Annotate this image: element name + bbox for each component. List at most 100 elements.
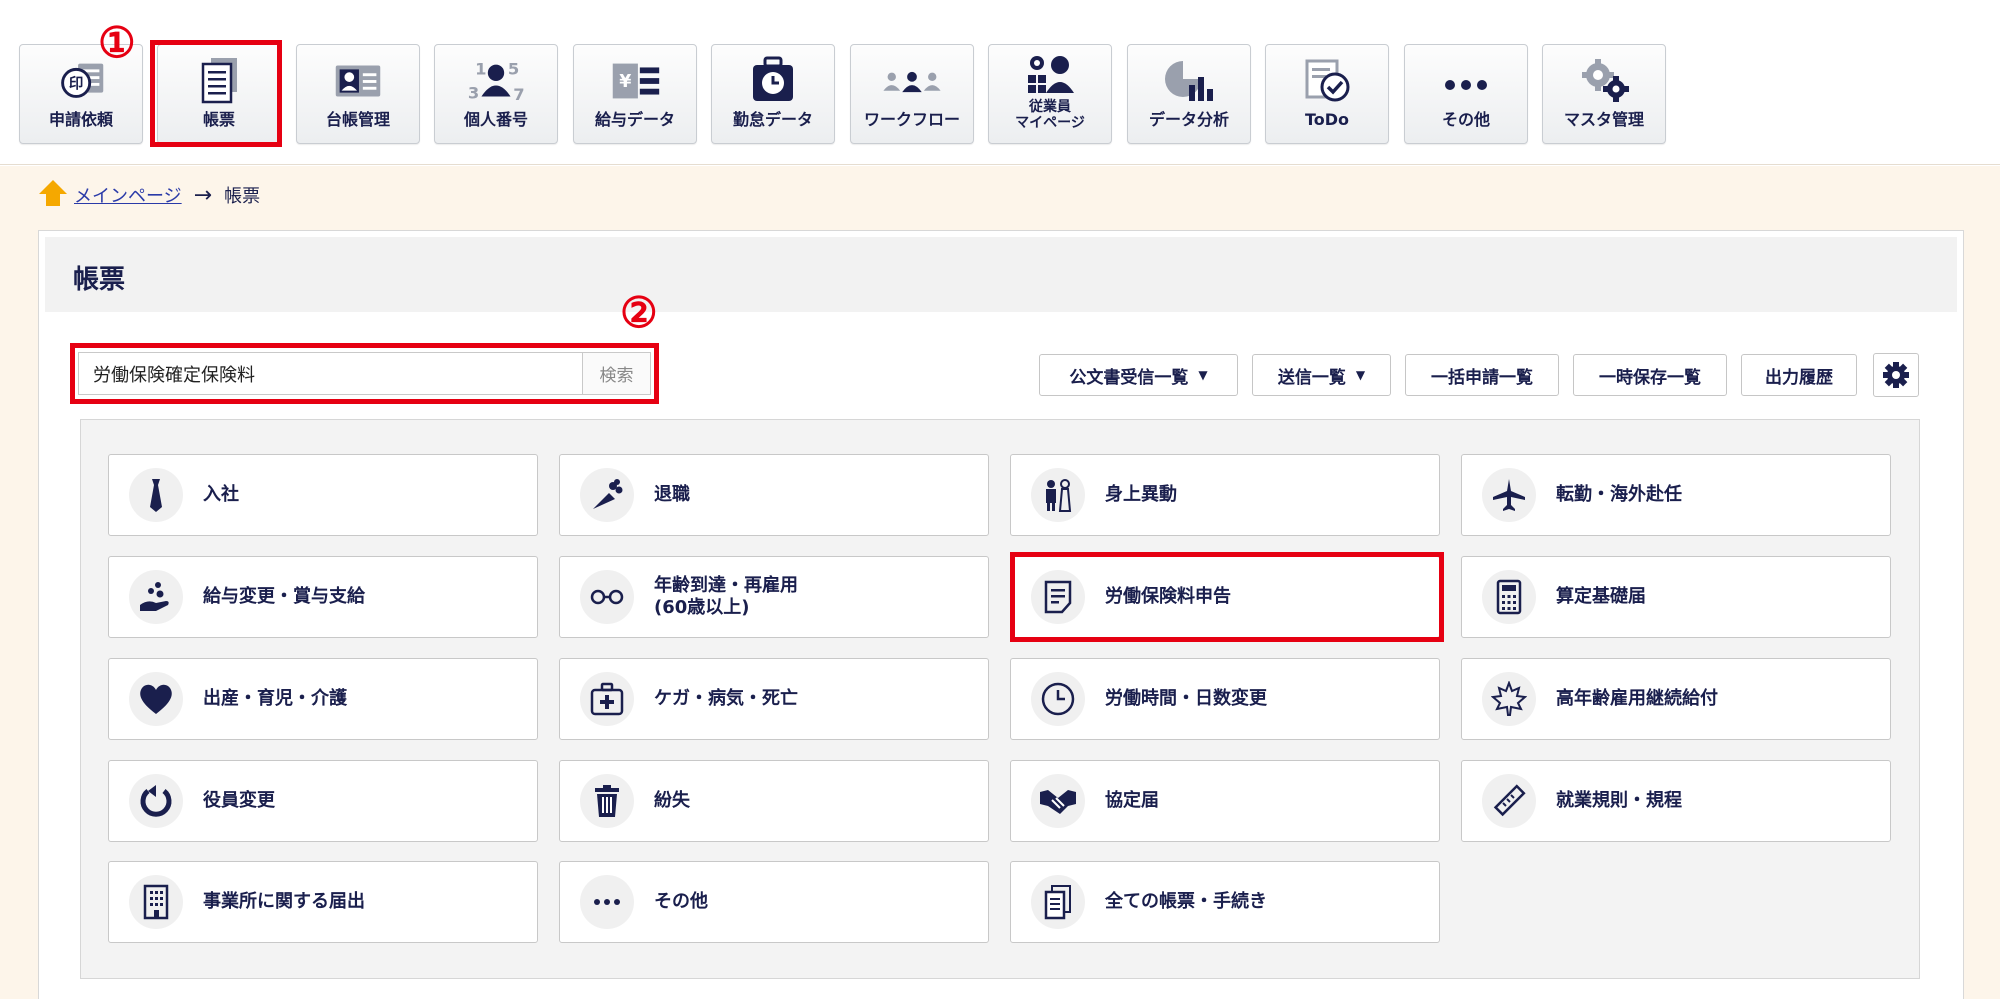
svg-text:7: 7 bbox=[513, 85, 524, 104]
toolbar-label: ToDo bbox=[1304, 110, 1350, 129]
toolbar-master-button[interactable]: マスタ管理 bbox=[1542, 44, 1666, 144]
home-icon[interactable] bbox=[38, 178, 68, 213]
calculator-icon bbox=[1482, 570, 1536, 624]
category-card-labor-insurance-declaration[interactable]: 労働保険料申告 bbox=[1010, 556, 1440, 638]
glasses-icon bbox=[580, 570, 634, 624]
card-label: 高年齢雇用継続給付 bbox=[1556, 688, 1718, 709]
airplane-icon bbox=[1482, 468, 1536, 522]
category-card-retirement[interactable]: 退職 bbox=[559, 454, 989, 536]
card-label: 年齢到達・再雇用 (60歳以上) bbox=[654, 575, 798, 618]
toolbar-other-button[interactable]: その他 bbox=[1404, 44, 1528, 144]
toolbar-my-number-button[interactable]: 1537 個人番号 bbox=[434, 44, 558, 144]
category-card-officer-change[interactable]: 役員変更 bbox=[108, 760, 538, 842]
top-toolbar: 印 申請依頼 帳票 台帳管理 1537 個人番号 ¥ 給与データ 勤怠データ ワ… bbox=[0, 0, 2000, 165]
gears-icon bbox=[1574, 57, 1634, 105]
refresh-icon bbox=[129, 774, 183, 828]
category-card-age-reemployment[interactable]: 年齢到達・再雇用 (60歳以上) bbox=[559, 556, 989, 638]
clock-icon bbox=[1031, 672, 1085, 726]
card-label: 入社 bbox=[203, 484, 239, 505]
category-card-injury[interactable]: ケガ・病気・死亡 bbox=[559, 658, 989, 740]
maple-leaf-icon bbox=[1482, 672, 1536, 726]
category-card-joining[interactable]: 入社 bbox=[108, 454, 538, 536]
toolbar-label: 帳票 bbox=[202, 110, 235, 129]
category-card-agreement[interactable]: 協定届 bbox=[1010, 760, 1440, 842]
toolbar-analytics-button[interactable]: データ分析 bbox=[1127, 44, 1251, 144]
search-button[interactable]: 検索 bbox=[582, 353, 650, 394]
button-label: 公文書受信一覧 bbox=[1069, 367, 1189, 388]
toolbar-label: データ分析 bbox=[1148, 110, 1229, 129]
card-label: 出産・育児・介護 bbox=[203, 688, 347, 709]
ruler-icon bbox=[1482, 774, 1536, 828]
search-input[interactable] bbox=[79, 353, 582, 394]
toolbar-label: 勤怠データ bbox=[732, 110, 813, 129]
toolbar-label: その他 bbox=[1441, 110, 1490, 129]
gear-icon bbox=[1883, 362, 1909, 388]
toolbar-attendance-button[interactable]: 勤怠データ bbox=[711, 44, 835, 144]
official-docs-received-button[interactable]: 公文書受信一覧 ▼ bbox=[1039, 354, 1238, 396]
svg-text:印: 印 bbox=[69, 75, 84, 93]
output-history-button[interactable]: 出力履歴 bbox=[1741, 354, 1857, 396]
ledger-icon bbox=[328, 57, 388, 105]
annotation-number-2: ② bbox=[620, 288, 658, 337]
caret-down-icon: ▼ bbox=[1355, 368, 1366, 382]
panel-header: 帳票 bbox=[45, 237, 1957, 312]
employee-page-icon bbox=[1020, 53, 1080, 97]
breadcrumb-home-link[interactable]: メインページ bbox=[74, 182, 182, 208]
category-card-loss[interactable]: 紛失 bbox=[559, 760, 989, 842]
category-card-all-forms[interactable]: 全ての帳票・手続き bbox=[1010, 861, 1440, 943]
category-card-transfer[interactable]: 転勤・海外赴任 bbox=[1461, 454, 1891, 536]
card-label: 事業所に関する届出 bbox=[203, 891, 365, 912]
workflow-icon bbox=[882, 57, 942, 105]
temp-saved-list-button[interactable]: 一時保存一覧 bbox=[1573, 354, 1727, 396]
toolbar-ledger-button[interactable]: 台帳管理 bbox=[296, 44, 420, 144]
card-label: 給与変更・賞与支給 bbox=[203, 586, 365, 607]
card-label: 全ての帳票・手続き bbox=[1105, 891, 1267, 912]
button-label: 送信一覧 bbox=[1277, 367, 1346, 388]
salary-data-icon: ¥ bbox=[605, 57, 665, 105]
breadcrumb: メインページ → 帳票 bbox=[38, 178, 261, 213]
category-card-base-calculation[interactable]: 算定基礎届 bbox=[1461, 556, 1891, 638]
toolbar-forms-button[interactable]: 帳票 bbox=[157, 44, 281, 144]
more-dots-icon bbox=[1436, 57, 1496, 105]
todo-check-icon bbox=[1297, 57, 1357, 105]
bulk-application-list-button[interactable]: 一括申請一覧 bbox=[1405, 354, 1559, 396]
toolbar-label: 給与データ bbox=[594, 110, 675, 129]
category-card-working-hours[interactable]: 労働時間・日数変更 bbox=[1010, 658, 1440, 740]
handshake-icon bbox=[1031, 774, 1085, 828]
toolbar-label: 台帳管理 bbox=[325, 110, 390, 129]
svg-text:5: 5 bbox=[508, 60, 519, 79]
category-card-work-rules[interactable]: 就業規則・規程 bbox=[1461, 760, 1891, 842]
hand-coins-icon bbox=[129, 570, 183, 624]
category-card-childbirth[interactable]: 出産・育児・介護 bbox=[108, 658, 538, 740]
category-card-other[interactable]: その他 bbox=[559, 861, 989, 943]
category-card-salary-change[interactable]: 給与変更・賞与支給 bbox=[108, 556, 538, 638]
pie-chart-icon bbox=[1159, 57, 1219, 105]
category-card-office-notification[interactable]: 事業所に関する届出 bbox=[108, 861, 538, 943]
settings-button[interactable] bbox=[1873, 353, 1919, 397]
category-card-senior-employment[interactable]: 高年齢雇用継続給付 bbox=[1461, 658, 1891, 740]
card-label: 退職 bbox=[654, 484, 690, 505]
documents-icon bbox=[1031, 875, 1085, 929]
toolbar-todo-button[interactable]: ToDo bbox=[1265, 44, 1389, 144]
personal-number-icon: 1537 bbox=[466, 57, 526, 105]
card-label: 身上異動 bbox=[1105, 484, 1177, 505]
category-card-personal-change[interactable]: 身上異動 bbox=[1010, 454, 1440, 536]
card-label: 労働保険料申告 bbox=[1105, 586, 1231, 607]
ellipsis-icon bbox=[580, 875, 634, 929]
toolbar-label: 申請依頼 bbox=[48, 110, 113, 129]
card-label: ケガ・病気・死亡 bbox=[654, 688, 798, 709]
building-icon bbox=[129, 875, 183, 929]
sent-list-button[interactable]: 送信一覧 ▼ bbox=[1252, 354, 1391, 396]
toolbar-workflow-button[interactable]: ワークフロー bbox=[850, 44, 974, 144]
svg-text:3: 3 bbox=[468, 83, 479, 102]
search-bar: 検索 bbox=[78, 352, 651, 395]
card-label: 就業規則・規程 bbox=[1556, 790, 1682, 811]
toolbar-label: マスタ管理 bbox=[1563, 110, 1644, 129]
toolbar-employee-page-button[interactable]: 従業員 マイページ bbox=[988, 44, 1112, 144]
toolbar-salary-button[interactable]: ¥ 給与データ bbox=[573, 44, 697, 144]
toolbar-label: 個人番号 bbox=[463, 110, 528, 129]
card-label: 転勤・海外赴任 bbox=[1556, 484, 1682, 505]
page-title: 帳票 bbox=[73, 265, 126, 295]
card-label: 労働時間・日数変更 bbox=[1105, 688, 1267, 709]
breadcrumb-current: 帳票 bbox=[224, 186, 261, 207]
